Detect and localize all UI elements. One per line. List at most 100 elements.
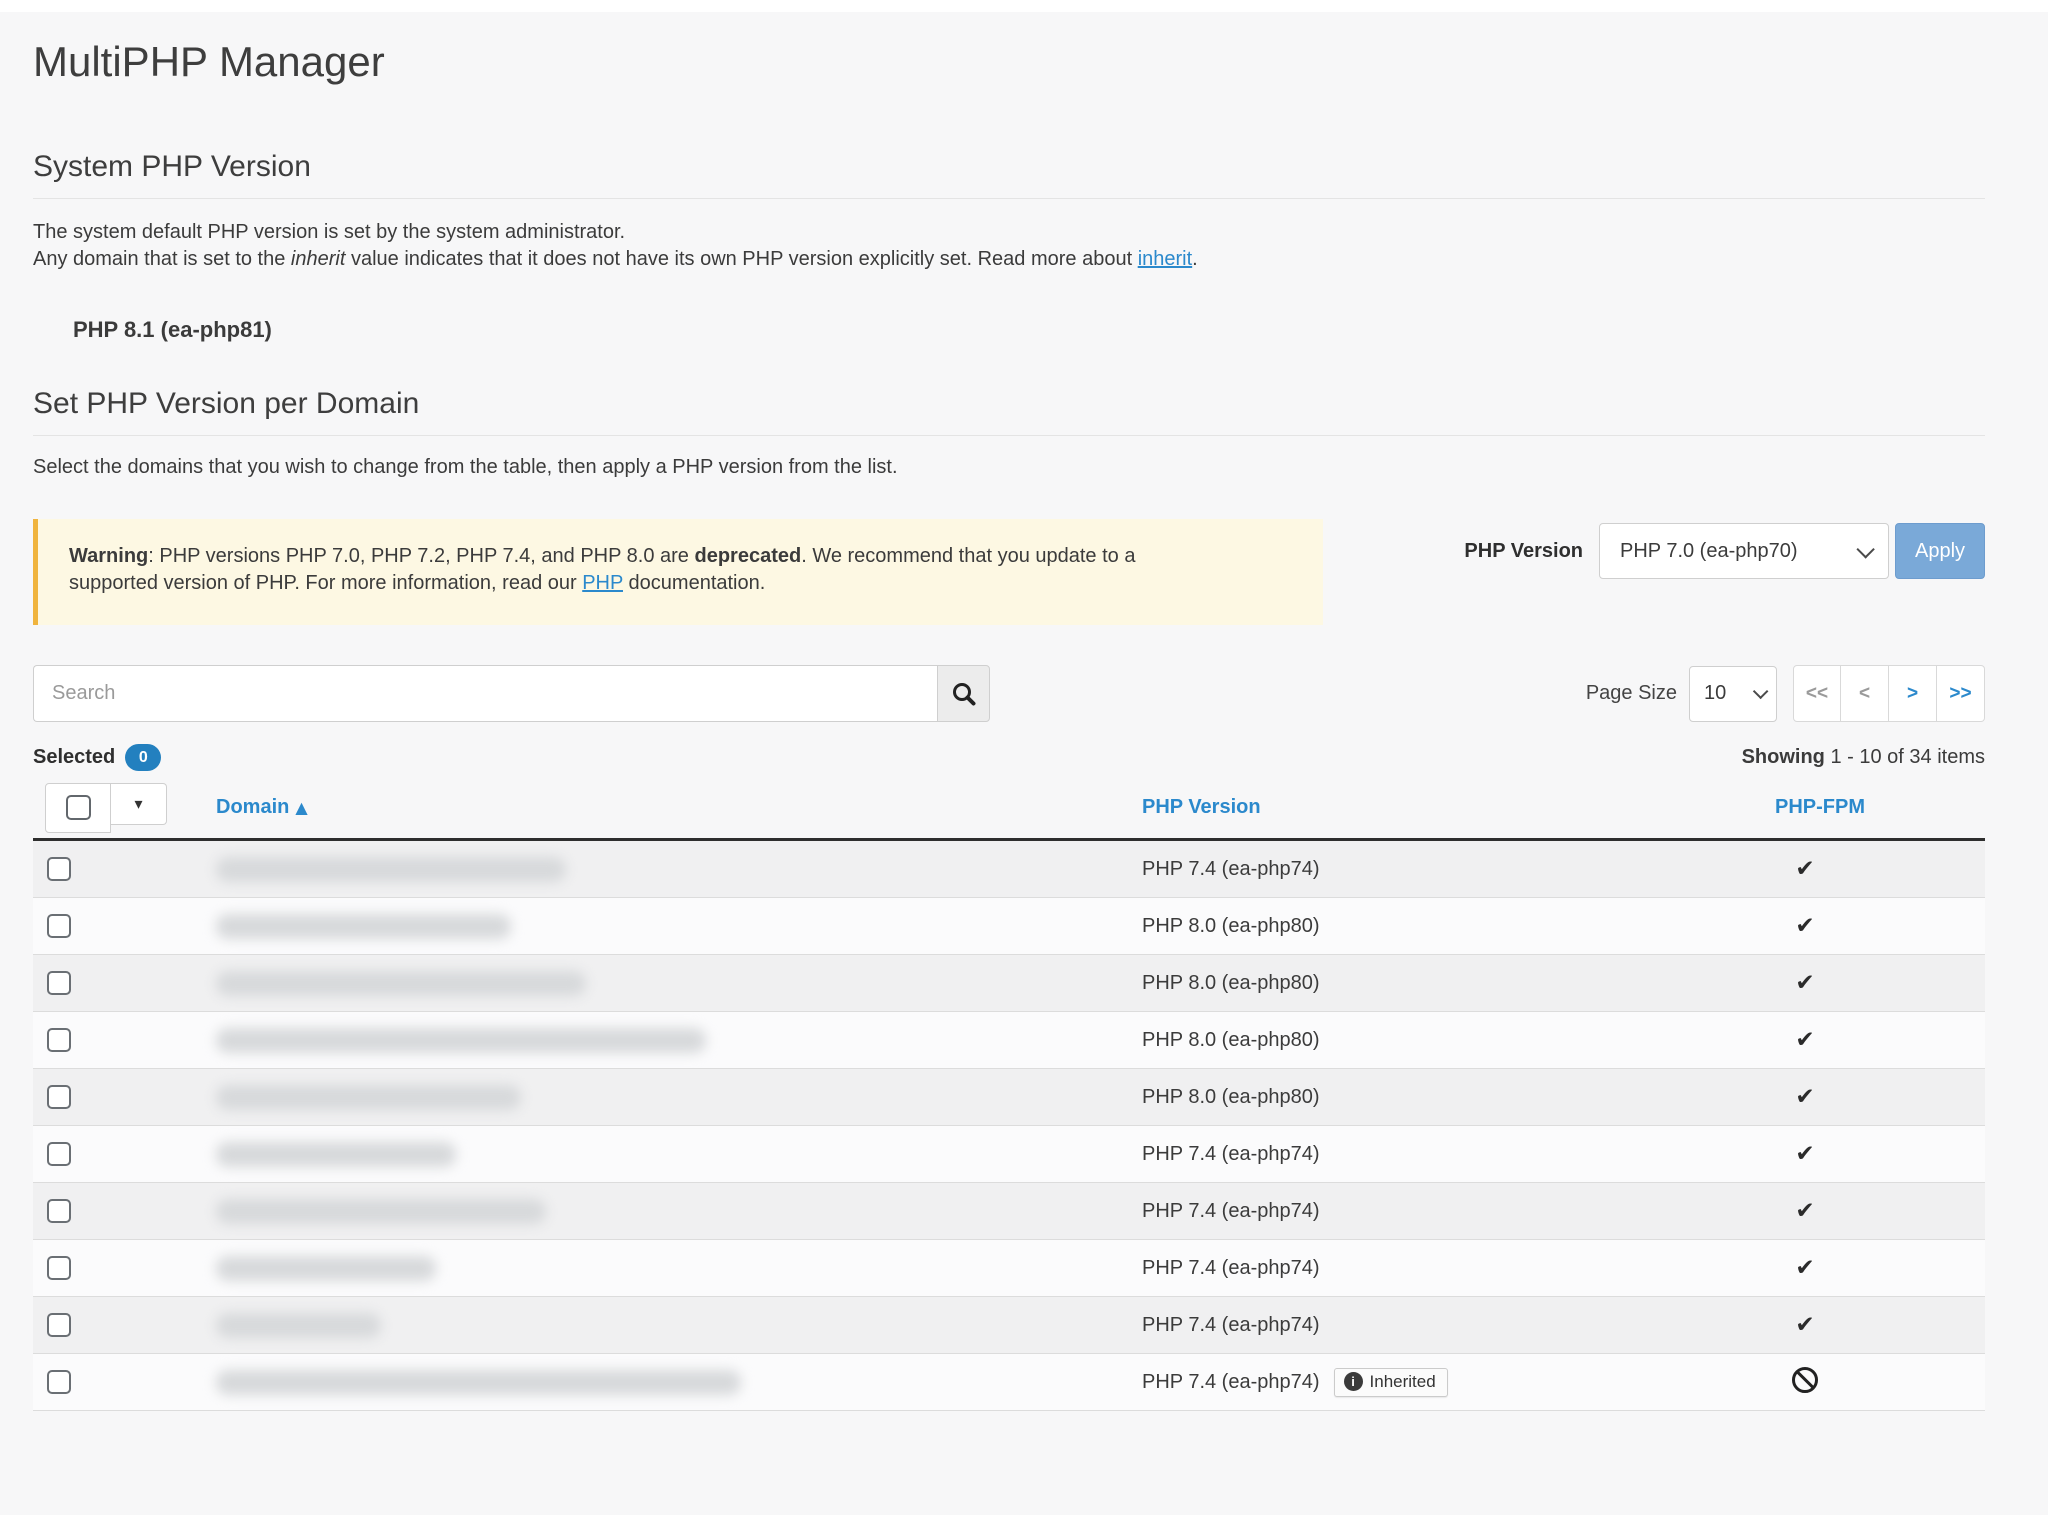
redacted-domain-name	[216, 1028, 706, 1053]
row-php-version: PHP 7.4 (ea-php74)	[1142, 858, 1320, 881]
caret-down-icon: ▾	[134, 796, 142, 812]
set-php-version-description: Select the domains that you wish to chan…	[33, 456, 1985, 479]
select-all-checkbox[interactable]	[66, 795, 91, 820]
fpm-enabled-check-icon: ✔	[1795, 913, 1814, 939]
system-php-description: The system default PHP version is set by…	[33, 219, 1985, 273]
row-checkbox[interactable]	[47, 1028, 71, 1052]
inherited-badge: i Inherited	[1334, 1368, 1448, 1397]
php-doc-link[interactable]: PHP	[582, 572, 623, 594]
table-row: PHP 7.4 (ea-php74) i Inherited	[33, 1354, 1985, 1411]
redacted-domain-name	[216, 914, 511, 939]
row-checkbox[interactable]	[47, 971, 71, 995]
redacted-domain-name	[216, 1142, 456, 1167]
chevron-down-icon	[1856, 540, 1874, 558]
row-php-version: PHP 7.4 (ea-php74)	[1142, 1314, 1320, 1337]
system-php-description-line1: The system default PHP version is set by…	[33, 219, 1985, 246]
fpm-enabled-check-icon: ✔	[1795, 1198, 1814, 1224]
inherit-italic: inherit	[291, 248, 345, 270]
redacted-domain-name	[216, 1370, 741, 1395]
row-checkbox[interactable]	[47, 1256, 71, 1280]
warning-and-apply-row: Warning: PHP versions PHP 7.0, PHP 7.2, …	[33, 519, 1985, 625]
search-button[interactable]	[937, 665, 990, 722]
php-version-apply-controls: PHP Version PHP 7.0 (ea-php70) Apply	[1464, 523, 1985, 579]
fpm-enabled-check-icon: ✔	[1795, 970, 1814, 996]
row-checkbox[interactable]	[47, 1199, 71, 1223]
page-size-value: 10	[1704, 682, 1726, 705]
system-php-version-heading: System PHP Version	[33, 150, 1985, 199]
selected-group: Selected 0	[33, 744, 161, 771]
warning-label: Warning	[69, 545, 148, 567]
row-php-version: PHP 8.0 (ea-php80)	[1142, 972, 1320, 995]
redacted-domain-name	[216, 1085, 521, 1110]
set-php-version-heading: Set PHP Version per Domain	[33, 387, 1985, 436]
table-row: PHP 7.4 (ea-php74) ✔	[33, 1240, 1985, 1297]
chevron-down-icon	[1753, 684, 1769, 700]
row-checkbox[interactable]	[47, 1085, 71, 1109]
row-checkbox[interactable]	[47, 1142, 71, 1166]
next-page-button[interactable]: >	[1889, 665, 1937, 722]
deprecation-warning-box: Warning: PHP versions PHP 7.0, PHP 7.2, …	[33, 519, 1323, 625]
last-page-button[interactable]: >>	[1937, 665, 1985, 722]
selected-label: Selected	[33, 746, 115, 769]
inherited-badge-label: Inherited	[1370, 1372, 1436, 1392]
fpm-enabled-check-icon: ✔	[1795, 1141, 1814, 1167]
row-checkbox[interactable]	[47, 1313, 71, 1337]
row-php-version: PHP 7.4 (ea-php74)	[1142, 1143, 1320, 1166]
inherit-link[interactable]: inherit	[1138, 248, 1192, 270]
search-input[interactable]	[33, 665, 937, 722]
column-header-domain[interactable]: Domain▲	[216, 796, 1142, 819]
search-icon	[951, 681, 977, 707]
redacted-domain-name	[216, 1256, 436, 1281]
apply-button[interactable]: Apply	[1895, 523, 1985, 579]
page-title: MultiPHP Manager	[33, 38, 1985, 86]
showing-items-text: Showing 1 - 10 of 34 items	[1742, 746, 1985, 769]
table-header-row: ▾ Domain▲ PHP Version PHP-FPM	[33, 777, 1985, 841]
fpm-enabled-check-icon: ✔	[1795, 856, 1814, 882]
page-size-label: Page Size	[1586, 682, 1677, 705]
top-strip	[0, 0, 2048, 12]
page-size-select[interactable]: 10	[1689, 666, 1777, 722]
row-php-version: PHP 7.4 (ea-php74)	[1142, 1257, 1320, 1280]
system-php-description-line2: Any domain that is set to the inherit va…	[33, 246, 1985, 273]
row-php-version: PHP 8.0 (ea-php80)	[1142, 1086, 1320, 1109]
pagination-button-group: << < > >>	[1793, 665, 1985, 722]
table-row: PHP 7.4 (ea-php74) ✔	[33, 841, 1985, 898]
domain-table-body: PHP 7.4 (ea-php74) ✔ PHP 8.0 (ea-php80) …	[33, 841, 1985, 1411]
select-all-checkbox-button[interactable]	[45, 783, 111, 833]
column-header-php-fpm[interactable]: PHP-FPM	[1775, 796, 1985, 819]
system-php-current-version: PHP 8.1 (ea-php81)	[73, 317, 1985, 343]
search-group	[33, 665, 990, 722]
php-version-label: PHP Version	[1464, 540, 1583, 563]
table-row: PHP 8.0 (ea-php80) ✔	[33, 898, 1985, 955]
redacted-domain-name	[216, 1199, 546, 1224]
table-row: PHP 7.4 (ea-php74) ✔	[33, 1297, 1985, 1354]
php-version-select-value: PHP 7.0 (ea-php70)	[1620, 540, 1798, 563]
redacted-domain-name	[216, 1313, 381, 1338]
selection-status-row: Selected 0 Showing 1 - 10 of 34 items	[33, 744, 1985, 771]
php-version-select[interactable]: PHP 7.0 (ea-php70)	[1599, 523, 1889, 579]
redacted-domain-name	[216, 857, 566, 882]
fpm-disabled-prohibited-icon	[1792, 1367, 1818, 1393]
table-row: PHP 7.4 (ea-php74) ✔	[33, 1126, 1985, 1183]
first-page-button[interactable]: <<	[1793, 665, 1841, 722]
deprecated-bold: deprecated	[694, 545, 801, 567]
selected-count-badge: 0	[125, 744, 161, 771]
multiphp-manager-page: MultiPHP Manager System PHP Version The …	[33, 38, 1985, 1411]
redacted-domain-name	[216, 971, 586, 996]
table-row: PHP 7.4 (ea-php74) ✔	[33, 1183, 1985, 1240]
select-all-split-button: ▾	[45, 783, 216, 833]
row-checkbox[interactable]	[47, 1370, 71, 1394]
row-checkbox[interactable]	[47, 914, 71, 938]
fpm-enabled-check-icon: ✔	[1795, 1312, 1814, 1338]
row-php-version: PHP 8.0 (ea-php80)	[1142, 1029, 1320, 1052]
row-php-version: PHP 8.0 (ea-php80)	[1142, 915, 1320, 938]
fpm-enabled-check-icon: ✔	[1795, 1027, 1814, 1053]
row-php-version: PHP 7.4 (ea-php74)	[1142, 1200, 1320, 1223]
row-checkbox[interactable]	[47, 857, 71, 881]
row-php-version: PHP 7.4 (ea-php74)	[1142, 1371, 1320, 1394]
table-toolbar: Page Size 10 << < > >>	[33, 665, 1985, 722]
column-header-php-version[interactable]: PHP Version	[1142, 796, 1775, 819]
fpm-enabled-check-icon: ✔	[1795, 1084, 1814, 1110]
select-menu-toggle-button[interactable]: ▾	[111, 783, 167, 825]
previous-page-button[interactable]: <	[1841, 665, 1889, 722]
